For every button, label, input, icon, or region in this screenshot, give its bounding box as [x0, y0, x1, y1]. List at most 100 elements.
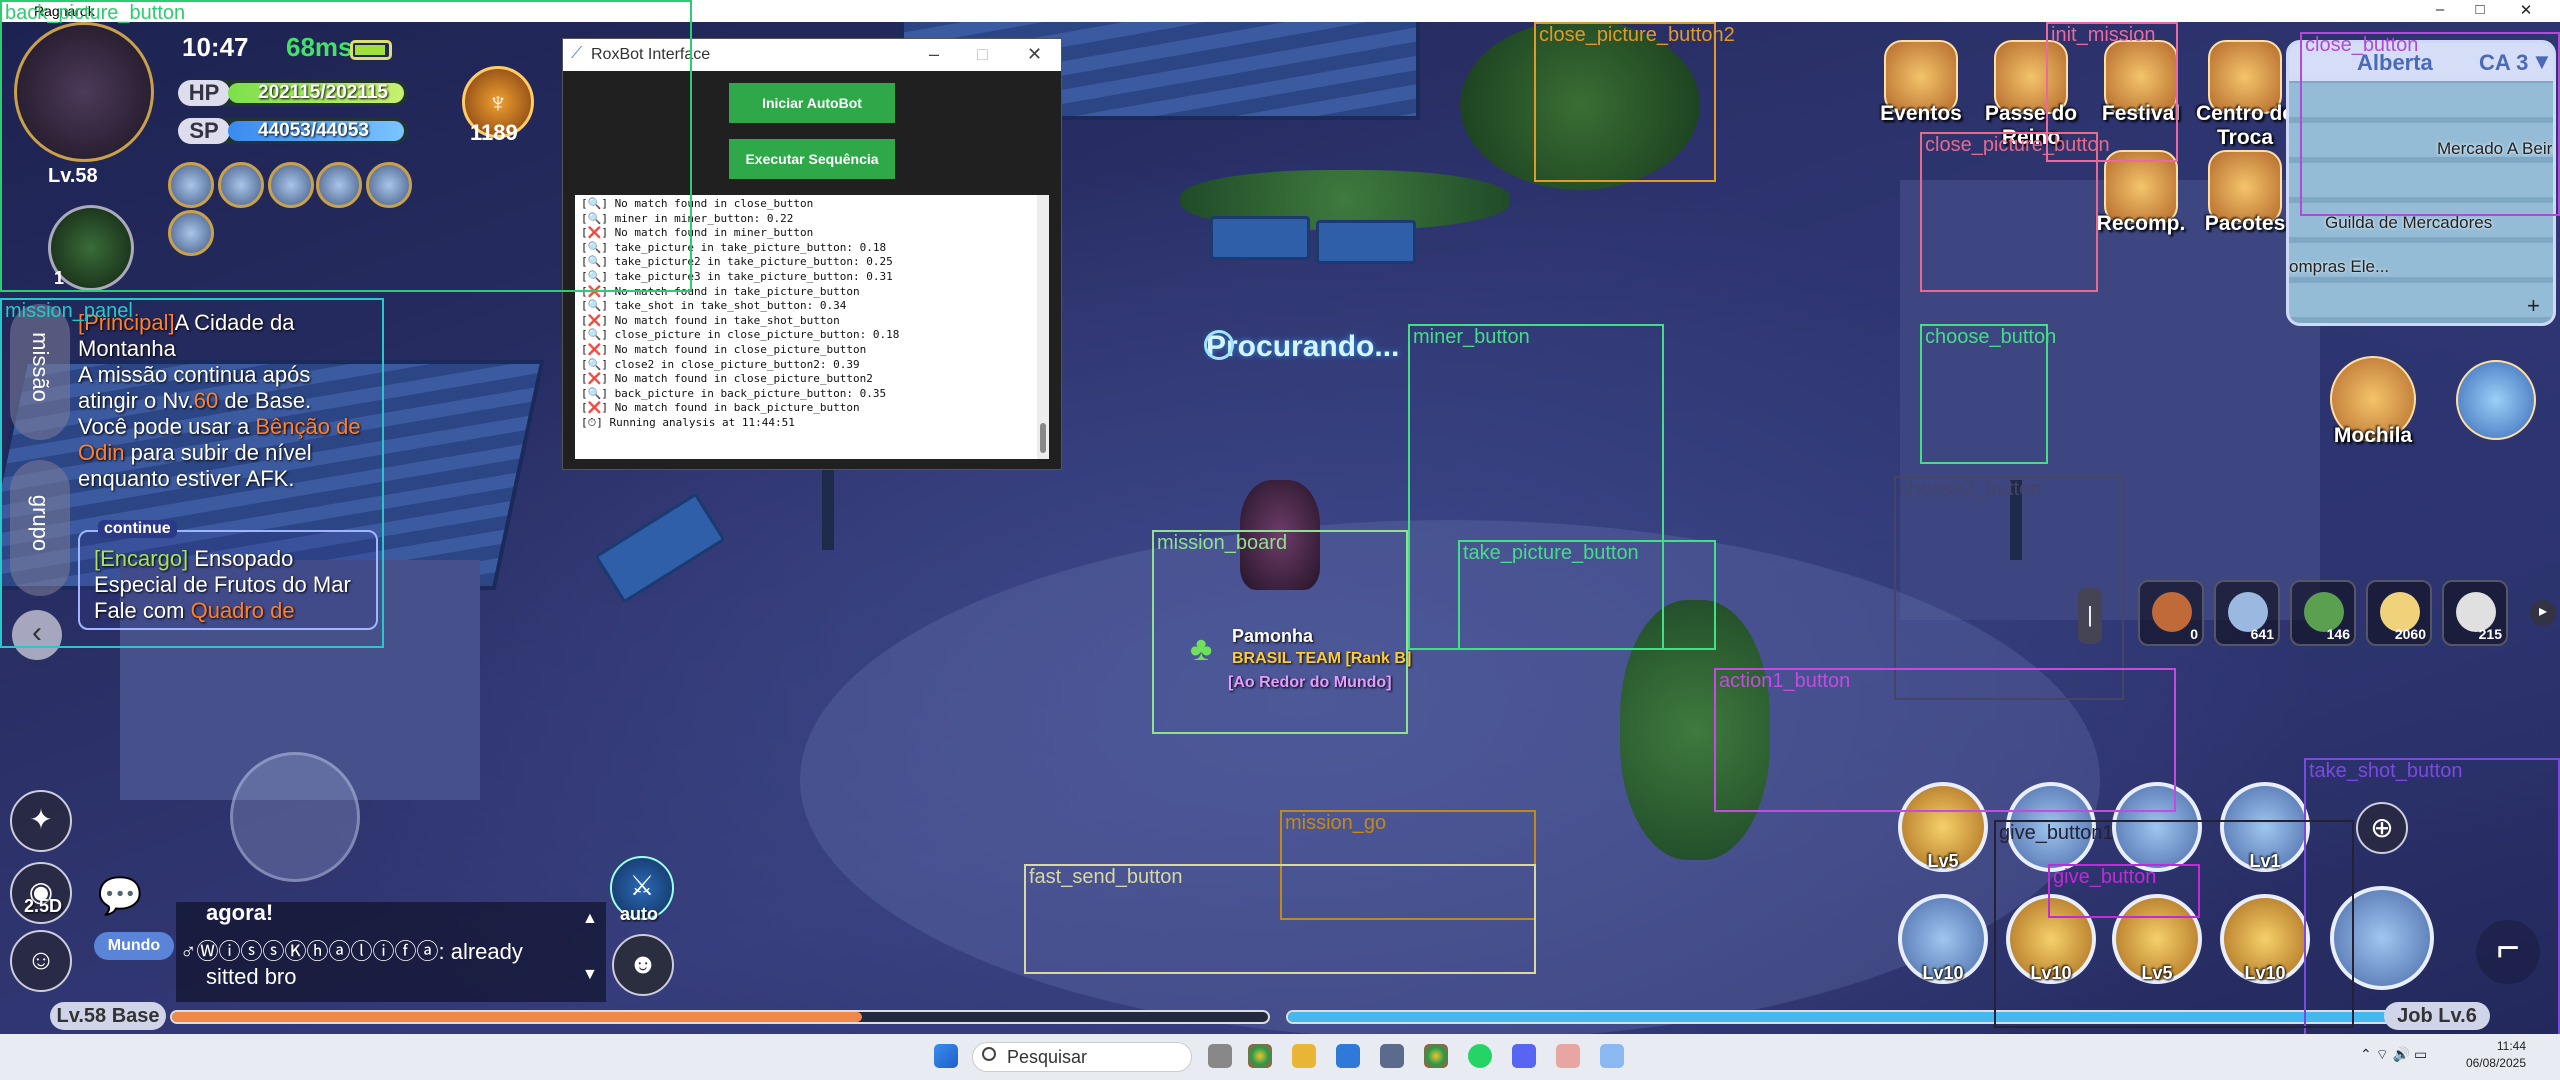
maximize-icon[interactable]: □ [2460, 1, 2500, 18]
start-icon[interactable] [934, 1044, 958, 1068]
item-count: 215 [2478, 626, 2502, 642]
settings-icon[interactable] [1380, 1044, 1404, 1068]
minimize-icon[interactable]: – [2420, 1, 2460, 18]
scrollbar[interactable] [1037, 195, 1049, 459]
chrome-icon[interactable] [1248, 1044, 1272, 1068]
detection-box: close_button [2300, 32, 2560, 216]
base-level-label: Lv.58 Base [50, 1002, 166, 1030]
base-xp-bar [170, 1010, 1270, 1024]
close-window-icon[interactable]: ✕ [2506, 1, 2546, 19]
task-view-icon[interactable] [1208, 1044, 1232, 1068]
detection-box: choose2_button [1894, 476, 2124, 700]
emote-icon[interactable]: ☻ [612, 934, 674, 996]
start-autobot-button[interactable]: Iniciar AutoBot [729, 83, 895, 123]
view-mode-label: 2.5D [24, 896, 63, 916]
scroll-down-icon[interactable]: ▼ [582, 966, 598, 984]
log-line: [🔍] back_picture in back_picture_button:… [581, 386, 887, 400]
detection-label: action1_button [1719, 670, 1851, 692]
wolf-icon[interactable]: ✦ [10, 790, 72, 852]
chat-line: ♂ⓌⓘⓢⓢⓀⓗⓐⓛⓘⓕⓐ: already [180, 939, 523, 964]
searching-status: Procurando... [1206, 330, 1400, 363]
menu-label[interactable]: Centro de Troca [2190, 102, 2300, 150]
detection-label: take_picture_button [1463, 542, 1639, 564]
log-line: [⏱] Running analysis at 11:44:51 [581, 415, 795, 429]
item-slot[interactable]: 146 [2290, 580, 2356, 646]
chrome-icon[interactable] [1424, 1044, 1448, 1068]
bench [1316, 220, 1416, 264]
skill-button[interactable]: Lv10 [1898, 894, 1988, 984]
log-line: [❌] No match found in back_picture_butto… [581, 401, 860, 415]
bench [1210, 216, 1310, 260]
skill-level: Lv5 [1927, 851, 1959, 871]
detection-box: give_button1 [1994, 820, 2354, 1028]
log-line: [🔍] close_picture in close_picture_butto… [581, 328, 900, 342]
item-count: 2060 [2394, 626, 2426, 642]
mochila-label: Mochila [2333, 424, 2413, 447]
cube-icon[interactable] [2456, 360, 2536, 440]
menu-label[interactable]: Recomp. [2086, 212, 2196, 236]
scroll-up-icon[interactable]: ▲ [582, 910, 598, 928]
taskbar: Pesquisar ⌃ ⌔ 🔊 ▭ 11:44 06/08/2025 [0, 1034, 2560, 1080]
joystick[interactable] [230, 752, 360, 882]
item-slot[interactable]: 0 [2138, 580, 2204, 646]
minimize-icon[interactable]: – [929, 44, 939, 65]
menu-label[interactable]: Eventos [1866, 102, 1976, 126]
base-xp-fill [172, 1012, 863, 1022]
chat-channel-tab[interactable]: Mundo [94, 932, 174, 960]
expand-icon[interactable]: + [2527, 293, 2540, 319]
item-slot[interactable]: 215 [2442, 580, 2508, 646]
python-icon[interactable] [1600, 1044, 1624, 1068]
clock-time: 11:44 [2496, 1039, 2526, 1053]
log-line: [❌] No match found in close_picture_butt… [581, 342, 867, 356]
auto-label: auto [620, 904, 658, 924]
chat-line: agora! [206, 900, 274, 925]
item-count: 0 [2190, 626, 2198, 642]
item-icon [2152, 592, 2192, 632]
chevron-right-icon[interactable]: ▸ [2530, 600, 2556, 626]
system-tray-icons[interactable]: ⌃ ⌔ 🔊 ▭ [2360, 1046, 2427, 1064]
log-line: [🔍] take_shot in take_shot_button: 0.34 [581, 299, 847, 313]
log-line: [🔍] close2 in close_picture_button2: 0.3… [581, 357, 860, 371]
detection-label: choose_button [1925, 326, 2057, 348]
detection-box: give_button [2048, 864, 2200, 918]
clock-date: 06/08/2025 [2465, 1056, 2526, 1070]
detection-label: give_button1 [1999, 822, 2114, 844]
detection-label: give_button [2053, 866, 2157, 888]
profile-icon[interactable]: ☺ [10, 930, 72, 992]
detection-label: fast_send_button [1029, 866, 1183, 888]
chat-bubble-icon[interactable]: 💬 [94, 868, 146, 920]
detection-label: close_picture_button2 [1539, 24, 1735, 46]
log-line: [❌] No match found in take_shot_button [581, 313, 840, 327]
item-slot[interactable]: 2060 [2366, 580, 2432, 646]
detection-box: close_picture_button2 [1534, 22, 1735, 182]
vscode-icon[interactable] [1336, 1044, 1360, 1068]
maximize-icon[interactable]: □ [977, 44, 988, 65]
log-line: [❌] No match found in close_picture_butt… [581, 372, 873, 386]
item-count: 641 [2250, 626, 2274, 642]
detection-label: mission_board [1157, 532, 1288, 554]
detection-label: close_button [2305, 34, 2419, 56]
menu-label[interactable]: Pacotes [2190, 212, 2300, 236]
bench [594, 492, 726, 604]
item-slot[interactable]: 641 [2214, 580, 2280, 646]
run-sequence-button[interactable]: Executar Sequência [729, 139, 895, 179]
taskbar-search[interactable]: Pesquisar [972, 1042, 1192, 1072]
detection-box: take_picture_button [1458, 540, 1716, 650]
search-label: Pesquisar [1007, 1047, 1088, 1067]
whatsapp-icon[interactable] [1468, 1044, 1492, 1068]
item-count: 146 [2326, 626, 2350, 642]
detection-box: mission_panel [0, 298, 384, 648]
game-icon[interactable] [1556, 1044, 1580, 1068]
detection-box: choose_button [1920, 324, 2056, 464]
map-label: ompras Ele... [2289, 257, 2390, 276]
taskbar-clock[interactable]: 11:44 06/08/2025 [2436, 1038, 2526, 1072]
folder-icon[interactable] [1292, 1044, 1316, 1068]
detection-label: take_shot_button [2309, 760, 2463, 782]
detection-box: fast_send_button [1024, 864, 1536, 974]
compass-icon [1204, 330, 1234, 360]
chat-line: sitted bro [206, 964, 297, 989]
detection-label: init_mission [2051, 24, 2156, 46]
detection-label: mission_go [1285, 812, 1387, 834]
discord-icon[interactable] [1512, 1044, 1536, 1068]
close-icon[interactable]: ✕ [1027, 44, 1042, 65]
